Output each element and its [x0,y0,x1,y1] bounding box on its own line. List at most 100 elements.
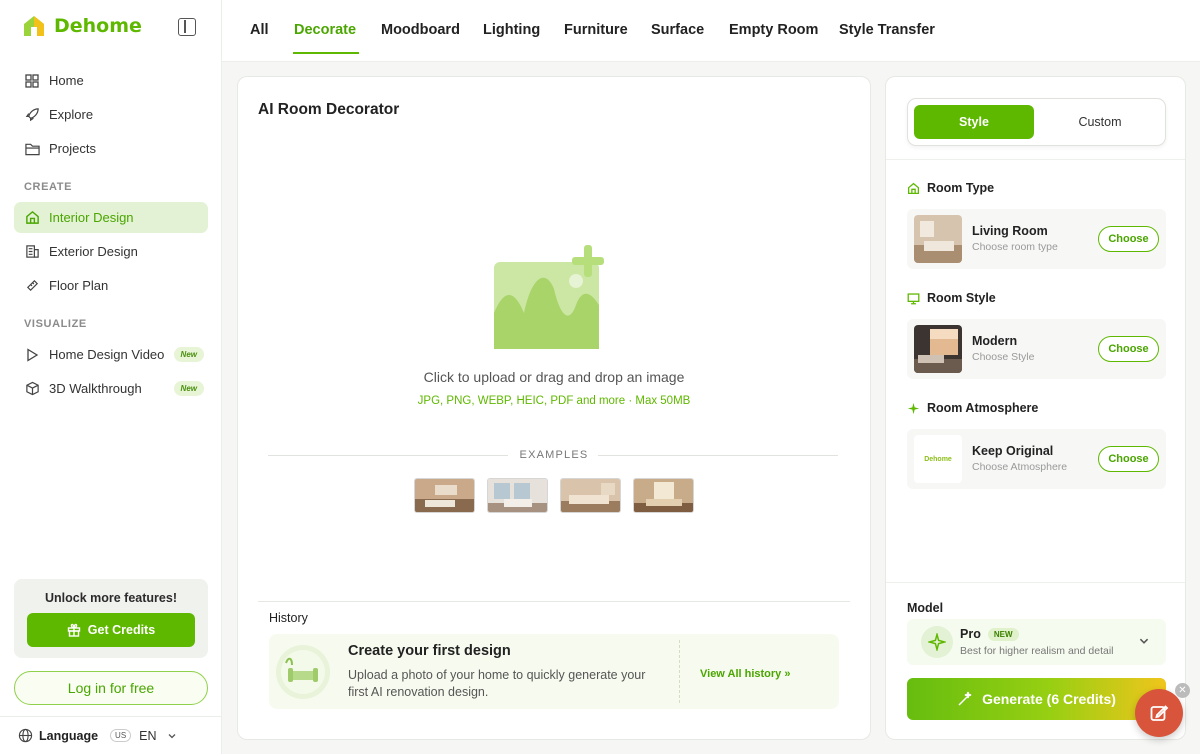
model-selector[interactable]: Pro NEW Best for higher realism and deta… [907,619,1166,665]
room-atmosphere-heading: Room Atmosphere [907,401,1038,415]
upload-instructions[interactable]: Click to upload or drag and drop an imag… [238,369,870,385]
example-thumbnail[interactable] [414,478,475,513]
room-atmosphere-value: Keep Original [972,444,1054,458]
mode-toggle: Style Custom [907,98,1166,146]
rocket-icon [24,107,40,123]
room-style-value: Modern [972,334,1018,348]
upload-formats: JPG, PNG, WEBP, HEIC, PDF and more · Max… [417,395,691,407]
sidebar-item-label: Home Design Video [49,347,165,362]
tab-furniture[interactable]: Furniture [564,22,628,38]
unlock-card: Unlock more features! Get Credits [14,579,208,658]
section-label-create: CREATE [24,181,73,193]
model-description: Best for higher realism and detail [960,645,1114,657]
tab-empty-room[interactable]: Empty Room [729,22,818,38]
section-label-visualize: VISUALIZE [24,318,87,330]
house-icon [24,210,40,226]
divider [679,640,680,703]
tab-all[interactable]: All [250,22,269,38]
sparkle-icon [921,626,953,658]
generate-button[interactable]: Generate (6 Credits) [907,678,1166,720]
ruler-icon [24,278,40,294]
sidebar-item-exterior-design[interactable]: Exterior Design [14,236,208,267]
feedback-button[interactable] [1135,689,1183,737]
active-tab-indicator [293,52,359,54]
sidebar-item-3d-walkthrough[interactable]: 3D Walkthrough New [14,373,208,404]
room-style-hint: Choose Style [972,351,1035,363]
app-name: Dehome [54,15,142,37]
tab-decorate[interactable]: Decorate [294,22,356,38]
collapse-sidebar-icon[interactable] [178,18,196,36]
language-selector[interactable]: Language US EN [0,716,222,754]
examples-label: EXAMPLES [519,449,589,461]
model-name: Pro NEW [960,627,1019,641]
generate-label: Generate (6 Credits) [982,691,1116,707]
monitor-icon [907,292,920,304]
room-type-option[interactable]: Living Room Choose room type Choose [907,209,1166,269]
folder-icon [24,141,40,157]
sidebar-item-label: Floor Plan [49,278,109,293]
unlock-title: Unlock more features! [45,591,177,605]
logo[interactable]: Dehome [22,14,142,38]
tab-style-transfer[interactable]: Style Transfer [839,22,935,38]
tab-moodboard[interactable]: Moodboard [381,22,460,38]
history-description: Upload a photo of your home to quickly g… [348,668,646,699]
model-label: Model [907,601,944,615]
model-name-text: Pro [960,627,981,641]
close-icon[interactable]: ✕ [1175,683,1190,698]
add-image-icon[interactable] [494,245,614,356]
chevron-down-icon [1139,638,1149,644]
chevron-down-icon [168,733,176,738]
divider [886,159,1185,160]
example-thumbnail[interactable] [633,478,694,513]
living-room-thumbnail [914,215,962,263]
choose-room-style-button[interactable]: Choose [1098,336,1159,362]
new-badge: NEW [987,627,1019,641]
sidebar: Dehome Home Explore Projects CREATE Inte… [0,0,222,754]
room-type-hint: Choose room type [972,241,1058,253]
sidebar-item-explore[interactable]: Explore [14,99,208,130]
room-style-heading: Room Style [907,291,996,305]
building-icon [24,244,40,260]
sofa-illustration-icon [276,645,330,699]
sidebar-item-label: Exterior Design [49,244,138,259]
tab-lighting[interactable]: Lighting [483,22,540,38]
room-atmosphere-label: Room Atmosphere [927,401,1039,415]
sidebar-item-label: Explore [49,107,94,122]
view-all-history-link[interactable]: View All history » [700,668,790,680]
page-title: AI Room Decorator [258,101,400,118]
divider [258,601,850,602]
sidebar-item-label: Interior Design [49,210,134,225]
sidebar-item-home-design-video[interactable]: Home Design Video New [14,339,208,370]
choose-room-atmosphere-button[interactable]: Choose [1098,446,1159,472]
get-credits-button[interactable]: Get Credits [27,613,195,647]
style-mode-button[interactable]: Style [914,105,1034,139]
room-atmosphere-option[interactable]: Dehome Keep Original Choose Atmosphere C… [907,429,1166,489]
house-logo-icon [24,16,44,36]
sidebar-item-label: 3D Walkthrough [49,381,142,396]
tab-surface[interactable]: Surface [651,22,704,38]
house-icon [907,182,920,194]
language-code: EN [139,728,157,743]
sidebar-item-home[interactable]: Home [14,65,208,96]
custom-mode-button[interactable]: Custom [1038,105,1162,139]
example-thumbnail[interactable] [487,478,548,513]
room-type-heading: Room Type [907,181,994,195]
globe-icon [18,728,33,743]
language-label: Language [39,728,99,743]
dehome-logo-thumbnail: Dehome [914,435,962,483]
login-button[interactable]: Log in for free [14,671,208,705]
room-style-label: Room Style [927,291,996,305]
choose-room-type-button[interactable]: Choose [1098,226,1159,252]
history-title: Create your first design [348,643,511,659]
new-badge: New [173,381,204,396]
magic-wand-icon [958,691,972,706]
sidebar-item-floor-plan[interactable]: Floor Plan [14,270,208,301]
example-thumbnail[interactable] [560,478,621,513]
sidebar-item-interior-design[interactable]: Interior Design [14,202,208,233]
category-tabs: All Decorate Moodboard Lighting Furnitur… [222,0,1200,62]
room-style-option[interactable]: Modern Choose Style Choose [907,319,1166,379]
settings-panel: Style Custom Room Type Living Room Choos… [885,76,1186,740]
room-atmosphere-hint: Choose Atmosphere [972,461,1068,473]
sidebar-item-projects[interactable]: Projects [14,133,208,164]
get-credits-label: Get Credits [87,623,156,637]
